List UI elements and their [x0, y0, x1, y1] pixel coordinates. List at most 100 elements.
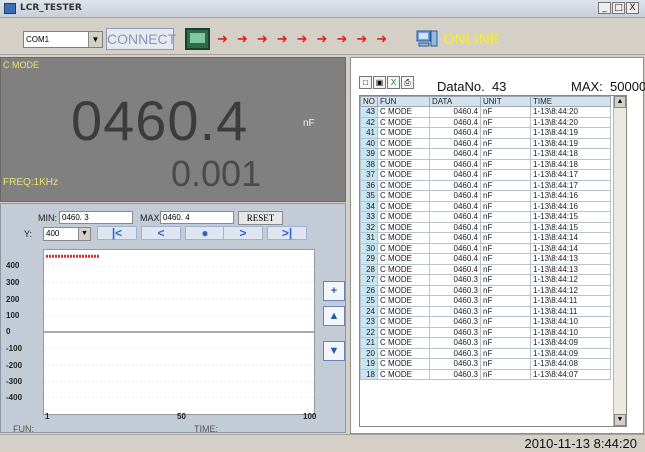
max-field[interactable]: 0460. 4	[160, 211, 234, 224]
new-file-icon[interactable]: □	[359, 76, 372, 89]
last-button[interactable]: >|	[267, 226, 307, 240]
datano-value: 43	[491, 79, 507, 94]
col-header-unit[interactable]: UNIT	[480, 96, 531, 107]
stop-button[interactable]: ●	[185, 226, 225, 240]
cell-time: 1-13\8:44:09	[530, 347, 611, 359]
cell-time: 1-13\8:44:20	[530, 116, 611, 128]
table-row[interactable]: 40 C MODE 0460.4 nF 1-13\8:44:19	[360, 137, 611, 149]
table-row[interactable]: 36 C MODE 0460.4 nF 1-13\8:44:17	[360, 179, 611, 191]
toolbar: COM1 ▼ CONNECT ➜ ➜ ➜ ➜ ➜ ➜ ➜ ➜ ➜ ONLINE	[0, 19, 645, 55]
save-icon[interactable]: ▣	[373, 76, 386, 89]
fun-label: FUN:	[13, 424, 34, 434]
cell-data: 0460.4	[429, 263, 481, 275]
table-row[interactable]: 18 C MODE 0460.3 nF 1-13\8:44:07	[360, 368, 611, 380]
arrow-right-icon: ➜	[356, 31, 368, 46]
cell-data: 0460.4	[429, 169, 481, 181]
table-row[interactable]: 29 C MODE 0460.4 nF 1-13\8:44:13	[360, 253, 611, 265]
table-row[interactable]: 23 C MODE 0460.3 nF 1-13\8:44:10	[360, 316, 611, 328]
cell-fun: C MODE	[377, 326, 430, 338]
cell-fun: C MODE	[377, 316, 430, 328]
frequency-label: FREQ:1KHz	[3, 177, 59, 188]
table-row[interactable]: 41 C MODE 0460.4 nF 1-13\8:44:19	[360, 127, 611, 139]
chevron-down-icon[interactable]: ▼	[88, 32, 102, 47]
table-row[interactable]: 26 C MODE 0460.3 nF 1-13\8:44:12	[360, 284, 611, 296]
close-button[interactable]: X	[626, 2, 639, 14]
cell-fun: C MODE	[377, 169, 430, 181]
cell-no: 31	[360, 232, 378, 244]
cell-no: 33	[360, 211, 378, 223]
table-row[interactable]: 35 C MODE 0460.4 nF 1-13\8:44:16	[360, 190, 611, 202]
cell-time: 1-13\8:44:16	[530, 190, 611, 202]
connect-button[interactable]: CONNECT	[106, 28, 176, 50]
y-tick: 100	[6, 311, 20, 320]
col-header-time[interactable]: TIME	[530, 96, 611, 107]
device-icon[interactable]	[185, 28, 210, 50]
col-header-data[interactable]: DATA	[429, 96, 481, 107]
cell-unit: nF	[480, 106, 531, 118]
cell-unit: nF	[480, 253, 531, 265]
cell-no: 41	[360, 127, 378, 139]
next-button[interactable]: >	[223, 226, 263, 240]
cell-fun: C MODE	[377, 358, 430, 370]
scroll-down-arrow[interactable]: ▼	[614, 414, 626, 426]
cell-no: 36	[360, 179, 378, 191]
port-select[interactable]: COM1 ▼	[23, 31, 103, 48]
table-row[interactable]: 22 C MODE 0460.3 nF 1-13\8:44:10	[360, 326, 611, 338]
first-button[interactable]: |<	[97, 226, 137, 240]
cell-no: 19	[360, 358, 378, 370]
arrow-right-icon: ➜	[376, 31, 388, 46]
cell-no: 43	[360, 106, 378, 118]
table-scrollbar[interactable]: ▲ ▼	[613, 96, 626, 426]
table-row[interactable]: 25 C MODE 0460.3 nF 1-13\8:44:11	[360, 295, 611, 307]
col-header-fun[interactable]: FUN	[377, 96, 430, 107]
cell-no: 20	[360, 347, 378, 359]
cell-data: 0460.3	[429, 368, 481, 380]
table-row[interactable]: 24 C MODE 0460.3 nF 1-13\8:44:11	[360, 305, 611, 317]
cell-unit: nF	[480, 274, 531, 286]
cell-data: 0460.4	[429, 137, 481, 149]
cell-data: 0460.4	[429, 232, 481, 244]
table-row[interactable]: 19 C MODE 0460.3 nF 1-13\8:44:08	[360, 358, 611, 370]
table-row[interactable]: 28 C MODE 0460.4 nF 1-13\8:44:13	[360, 263, 611, 275]
excel-icon[interactable]: X	[387, 76, 400, 89]
cell-data: 0460.4	[429, 200, 481, 212]
cell-unit: nF	[480, 116, 531, 128]
y-scale-select[interactable]: 400 ▼	[43, 227, 91, 241]
cell-no: 18	[360, 368, 378, 380]
table-row[interactable]: 33 C MODE 0460.4 nF 1-13\8:44:15	[360, 211, 611, 223]
table-row[interactable]: 31 C MODE 0460.4 nF 1-13\8:44:14	[360, 232, 611, 244]
minimize-button[interactable]: _	[598, 2, 611, 14]
maximize-button[interactable]: □	[612, 2, 625, 14]
table-row[interactable]: 21 C MODE 0460.3 nF 1-13\8:44:09	[360, 337, 611, 349]
zoom-in-button[interactable]: +	[323, 281, 345, 301]
min-field[interactable]: 0460. 3	[59, 211, 133, 224]
table-row[interactable]: 37 C MODE 0460.4 nF 1-13\8:44:17	[360, 169, 611, 181]
cell-data: 0460.4	[429, 190, 481, 202]
table-row[interactable]: 43 C MODE 0460.4 nF 1-13\8:44:20	[360, 106, 611, 118]
reset-button[interactable]: RESET	[238, 211, 283, 225]
table-row[interactable]: 42 C MODE 0460.4 nF 1-13\8:44:20	[360, 116, 611, 128]
table-row[interactable]: 34 C MODE 0460.4 nF 1-13\8:44:16	[360, 200, 611, 212]
print-icon[interactable]: ⎙	[401, 76, 414, 89]
measurement-display: C MODE 0460.4 nF 0.001 FREQ:1KHz	[0, 57, 346, 202]
cell-time: 1-13\8:44:14	[530, 232, 611, 244]
table-row[interactable]: 20 C MODE 0460.3 nF 1-13\8:44:09	[360, 347, 611, 359]
table-row[interactable]: 38 C MODE 0460.4 nF 1-13\8:44:18	[360, 158, 611, 170]
table-row[interactable]: 32 C MODE 0460.4 nF 1-13\8:44:15	[360, 221, 611, 233]
cell-data: 0460.3	[429, 358, 481, 370]
y-tick: 0	[6, 327, 11, 336]
cell-fun: C MODE	[377, 263, 430, 275]
arrow-right-icon: ➜	[217, 31, 228, 46]
scroll-up-button[interactable]: ▲	[323, 306, 345, 326]
chevron-down-icon[interactable]: ▼	[78, 228, 90, 240]
skip-forward-icon: >|	[281, 226, 293, 240]
col-header-no[interactable]: NO	[360, 96, 378, 107]
prev-button[interactable]: <	[141, 226, 181, 240]
scroll-up-arrow[interactable]: ▲	[614, 96, 626, 108]
scroll-down-button[interactable]: ▼	[323, 341, 345, 361]
cell-data: 0460.4	[429, 106, 481, 118]
table-row[interactable]: 39 C MODE 0460.4 nF 1-13\8:44:18	[360, 148, 611, 160]
table-row[interactable]: 27 C MODE 0460.3 nF 1-13\8:44:12	[360, 274, 611, 286]
table-row[interactable]: 30 C MODE 0460.4 nF 1-13\8:44:14	[360, 242, 611, 254]
arrow-down-icon: ▼	[328, 345, 340, 357]
